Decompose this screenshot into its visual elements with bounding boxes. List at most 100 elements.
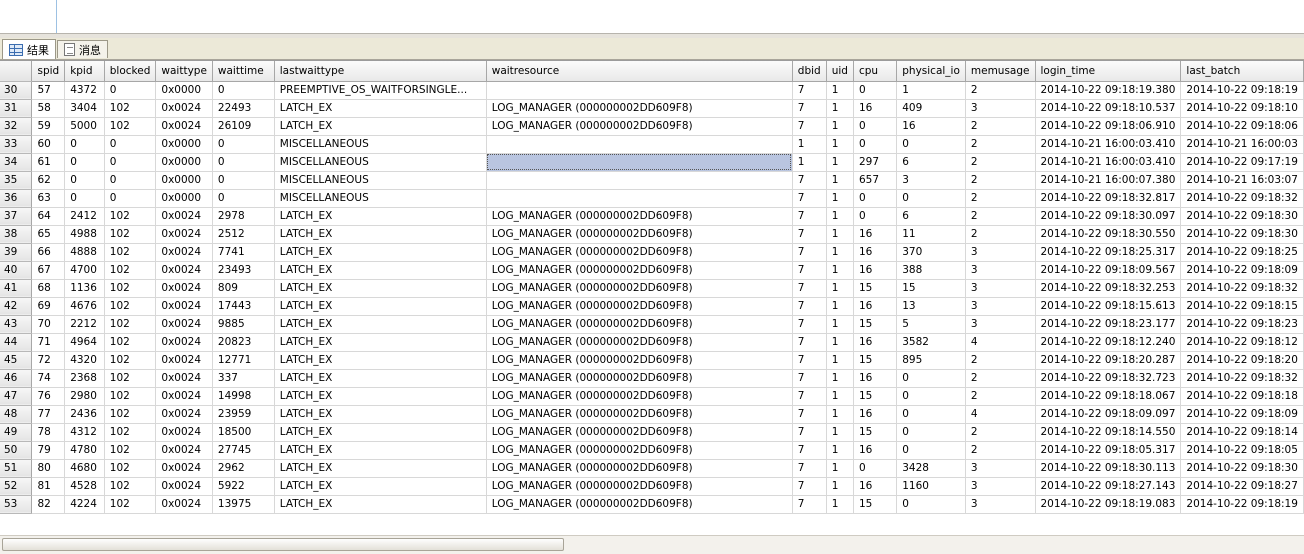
cell-lastwaittype[interactable]: MISCELLANEOUS bbox=[274, 189, 487, 208]
cell-waitresource[interactable] bbox=[486, 135, 793, 154]
cell-waittime[interactable]: 26109 bbox=[212, 117, 275, 136]
row-number[interactable]: 52 bbox=[0, 477, 33, 496]
cell-cpu[interactable]: 16 bbox=[853, 369, 898, 388]
table-row[interactable]: 36 63 0 0 0x0000 0 MISCELLANEOUS 7 1 0 0 2 2014-10-2… bbox=[0, 189, 1304, 208]
cell-blocked[interactable]: 102 bbox=[104, 207, 157, 226]
cell-lastwaittype[interactable]: LATCH_EX bbox=[274, 459, 487, 478]
cell-last-batch[interactable]: 2014-10-22 09:18:32 bbox=[1180, 279, 1304, 298]
cell-waittime[interactable]: 23493 bbox=[212, 261, 275, 280]
cell-memusage[interactable]: 2 bbox=[965, 171, 1036, 190]
cell-uid[interactable]: 1 bbox=[826, 441, 854, 460]
cell-login-time[interactable]: 2014-10-22 09:18:06.910 bbox=[1035, 117, 1182, 136]
cell-waittime[interactable]: 809 bbox=[212, 279, 275, 298]
cell-waitresource[interactable]: LOG_MANAGER (000000002DD609F8) bbox=[486, 261, 793, 280]
cell-memusage[interactable]: 4 bbox=[965, 405, 1036, 424]
cell-uid[interactable]: 1 bbox=[826, 189, 854, 208]
cell-waittype[interactable]: 0x0000 bbox=[155, 153, 213, 172]
cell-cpu[interactable]: 15 bbox=[853, 495, 898, 514]
cell-physical-io[interactable]: 3428 bbox=[896, 459, 966, 478]
cell-kpid[interactable]: 0 bbox=[64, 135, 105, 154]
table-row[interactable]: 30 57 4372 0 0x0000 0 PREEMPTIVE_OS_WAITFORSIN… bbox=[0, 81, 1304, 100]
cell-kpid[interactable]: 4680 bbox=[64, 459, 105, 478]
cell-waittime[interactable]: 2512 bbox=[212, 225, 275, 244]
cell-waittime[interactable]: 0 bbox=[212, 189, 275, 208]
cell-memusage[interactable]: 2 bbox=[965, 81, 1036, 100]
cell-memusage[interactable]: 3 bbox=[965, 315, 1036, 334]
cell-dbid[interactable]: 7 bbox=[792, 297, 827, 316]
cell-blocked[interactable]: 102 bbox=[104, 459, 157, 478]
row-number[interactable]: 45 bbox=[0, 351, 33, 370]
cell-waittime[interactable]: 17443 bbox=[212, 297, 275, 316]
cell-memusage[interactable]: 3 bbox=[965, 495, 1036, 514]
cell-waittype[interactable]: 0x0024 bbox=[155, 351, 213, 370]
cell-login-time[interactable]: 2014-10-22 09:18:30.113 bbox=[1035, 459, 1182, 478]
cell-login-time[interactable]: 2014-10-22 09:18:19.083 bbox=[1035, 495, 1182, 514]
cell-cpu[interactable]: 0 bbox=[853, 459, 898, 478]
table-row[interactable]: 53 82 4224 102 0x0024 13975 LATCH_EX LOG_MANAGE… bbox=[0, 495, 1304, 514]
cell-dbid[interactable]: 7 bbox=[792, 189, 827, 208]
cell-last-batch[interactable]: 2014-10-22 09:18:32 bbox=[1180, 369, 1304, 388]
table-row[interactable]: 46 74 2368 102 0x0024 337 LATCH_EX LOG_MANAGER … bbox=[0, 369, 1304, 388]
cell-waitresource[interactable]: LOG_MANAGER (000000002DD609F8) bbox=[486, 315, 793, 334]
cell-lastwaittype[interactable]: LATCH_EX bbox=[274, 387, 487, 406]
cell-waitresource[interactable]: LOG_MANAGER (000000002DD609F8) bbox=[486, 495, 793, 514]
cell-login-time[interactable]: 2014-10-22 09:18:12.240 bbox=[1035, 333, 1182, 352]
cell-physical-io[interactable]: 1160 bbox=[896, 477, 966, 496]
cell-dbid[interactable]: 7 bbox=[792, 243, 827, 262]
cell-last-batch[interactable]: 2014-10-22 09:18:30 bbox=[1180, 225, 1304, 244]
cell-waittime[interactable]: 7741 bbox=[212, 243, 275, 262]
cell-uid[interactable]: 1 bbox=[826, 315, 854, 334]
cell-physical-io[interactable]: 6 bbox=[896, 153, 966, 172]
cell-spid[interactable]: 74 bbox=[31, 369, 66, 388]
cell-memusage[interactable]: 2 bbox=[965, 225, 1036, 244]
cell-dbid[interactable]: 7 bbox=[792, 495, 827, 514]
cell-uid[interactable]: 1 bbox=[826, 387, 854, 406]
cell-waittype[interactable]: 0x0024 bbox=[155, 261, 213, 280]
row-number[interactable]: 39 bbox=[0, 243, 33, 262]
cell-login-time[interactable]: 2014-10-21 16:00:03.410 bbox=[1035, 153, 1182, 172]
results-grid[interactable]: spid kpid blocked waittype waittime lastwaitt… bbox=[0, 60, 1304, 536]
cell-uid[interactable]: 1 bbox=[826, 243, 854, 262]
cell-cpu[interactable]: 16 bbox=[853, 243, 898, 262]
cell-uid[interactable]: 1 bbox=[826, 459, 854, 478]
cell-waittype[interactable]: 0x0024 bbox=[155, 369, 213, 388]
cell-lastwaittype[interactable]: LATCH_EX bbox=[274, 405, 487, 424]
cell-login-time[interactable]: 2014-10-22 09:18:23.177 bbox=[1035, 315, 1182, 334]
cell-physical-io[interactable]: 388 bbox=[896, 261, 966, 280]
cell-cpu[interactable]: 15 bbox=[853, 279, 898, 298]
row-number[interactable]: 30 bbox=[0, 81, 33, 100]
cell-dbid[interactable]: 7 bbox=[792, 369, 827, 388]
cell-physical-io[interactable]: 1 bbox=[896, 81, 966, 100]
row-number[interactable]: 42 bbox=[0, 297, 33, 316]
table-row[interactable]: 32 59 5000 102 0x0024 26109 LATCH_EX LOG_MANAGE… bbox=[0, 117, 1304, 136]
cell-memusage[interactable]: 2 bbox=[965, 207, 1036, 226]
query-editor[interactable] bbox=[0, 0, 1304, 33]
cell-physical-io[interactable]: 0 bbox=[896, 423, 966, 442]
cell-waittime[interactable]: 0 bbox=[212, 153, 275, 172]
cell-dbid[interactable]: 7 bbox=[792, 477, 827, 496]
cell-dbid[interactable]: 7 bbox=[792, 279, 827, 298]
cell-cpu[interactable]: 16 bbox=[853, 441, 898, 460]
cell-uid[interactable]: 1 bbox=[826, 261, 854, 280]
cell-memusage[interactable]: 2 bbox=[965, 387, 1036, 406]
cell-dbid[interactable]: 7 bbox=[792, 225, 827, 244]
column-header-login-time[interactable]: login_time bbox=[1035, 61, 1182, 82]
cell-waittime[interactable]: 23959 bbox=[212, 405, 275, 424]
cell-spid[interactable]: 57 bbox=[31, 81, 66, 100]
cell-login-time[interactable]: 2014-10-22 09:18:05.317 bbox=[1035, 441, 1182, 460]
cell-physical-io[interactable]: 5 bbox=[896, 315, 966, 334]
cell-physical-io[interactable]: 16 bbox=[896, 117, 966, 136]
column-header-memusage[interactable]: memusage bbox=[965, 61, 1036, 82]
cell-blocked[interactable]: 102 bbox=[104, 405, 157, 424]
cell-spid[interactable]: 58 bbox=[31, 99, 66, 118]
tab-results[interactable]: 结果 bbox=[2, 39, 56, 59]
cell-uid[interactable]: 1 bbox=[826, 225, 854, 244]
table-row[interactable]: 33 60 0 0 0x0000 0 MISCELLANEOUS 1 1 0 0 2 2014-10-2… bbox=[0, 135, 1304, 154]
cell-login-time[interactable]: 2014-10-21 16:00:07.380 bbox=[1035, 171, 1182, 190]
scrollbar-thumb[interactable] bbox=[2, 538, 564, 551]
table-row[interactable]: 49 78 4312 102 0x0024 18500 LATCH_EX LOG_MANAGE… bbox=[0, 423, 1304, 442]
cell-dbid[interactable]: 7 bbox=[792, 441, 827, 460]
cell-waitresource[interactable] bbox=[486, 81, 793, 100]
cell-spid[interactable]: 69 bbox=[31, 297, 66, 316]
cell-waittype[interactable]: 0x0024 bbox=[155, 243, 213, 262]
